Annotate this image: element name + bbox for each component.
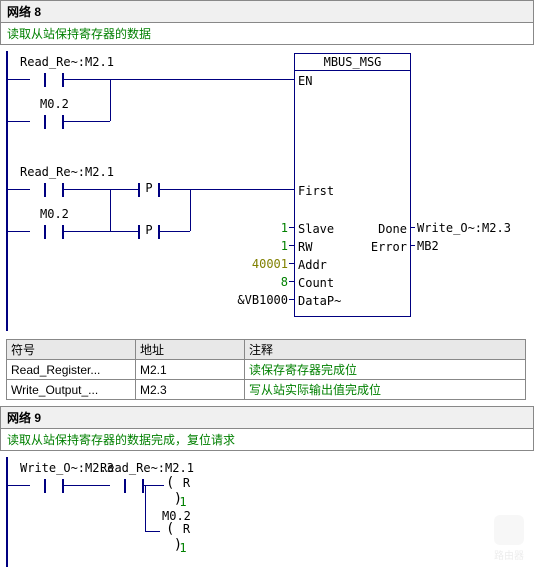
out-error: MB2 (417, 239, 439, 253)
pin-slave: Slave (298, 222, 334, 236)
contact-read-re-1: Read_Re~:M2.1 (30, 69, 80, 89)
network8-comment: 读取从站保持寄存器的数据 (0, 23, 534, 45)
pin-datap: DataP~ (298, 294, 341, 308)
router-icon (494, 515, 524, 545)
table-row: Read_Register... M2.1 读保存寄存器完成位 (7, 360, 526, 380)
edge-p-2: P (140, 221, 158, 239)
contact-m02-2: M0.2 (30, 221, 80, 241)
val-datap: &VB1000 (220, 293, 288, 307)
coil-reset-2: M0.2 ( R ) 1 (158, 521, 198, 541)
pin-done: Done (378, 222, 407, 236)
val-count: 8 (230, 275, 288, 289)
pin-rw: RW (298, 240, 312, 254)
val-rw: 1 (230, 239, 288, 253)
network8-ladder: Read_Re~:M2.1 M0.2 Read_Re~:M2.1 P M0.2 (0, 51, 534, 331)
contact-m02-1: M0.2 (30, 111, 80, 131)
network8-header: 网络 8 (0, 0, 534, 23)
th-comment: 注释 (245, 340, 526, 360)
symbol-table: 符号 地址 注释 Read_Register... M2.1 读保存寄存器完成位… (6, 339, 526, 400)
contact-read-re-2: Read_Re~:M2.1 (30, 179, 80, 199)
val-slave: 1 (230, 221, 288, 235)
pin-count: Count (298, 276, 334, 290)
out-done: Write_O~:M2.3 (417, 221, 511, 235)
pin-en: EN (298, 74, 312, 88)
watermark: 路由器 (494, 515, 524, 562)
pin-addr: Addr (298, 258, 327, 272)
val-addr: 40001 (230, 257, 288, 271)
table-row: Write_Output_... M2.3 写从站实际输出值完成位 (7, 380, 526, 400)
pin-first: First (298, 184, 334, 198)
fb-mbus-msg: MBUS_MSG EN First Slave RW Addr Count Da… (294, 53, 411, 317)
network9-comment: 读取从站保持寄存器的数据完成，复位请求 (0, 429, 534, 451)
pin-error: Error (371, 240, 407, 254)
edge-p-1: P (140, 179, 158, 197)
contact-write-o: Write_O~:M2.3 (30, 475, 80, 495)
contact-read-re-3: Read_Re~:M2.1 (110, 475, 160, 495)
network9-header: 网络 9 (0, 406, 534, 429)
coil-reset-1: ( R ) 1 (158, 475, 198, 495)
th-symbol: 符号 (7, 340, 136, 360)
th-addr: 地址 (136, 340, 245, 360)
network9-ladder: Write_O~:M2.3 Read_Re~:M2.1 ( R ) 1 M0.2… (0, 457, 534, 567)
fb-title: MBUS_MSG (295, 54, 410, 71)
